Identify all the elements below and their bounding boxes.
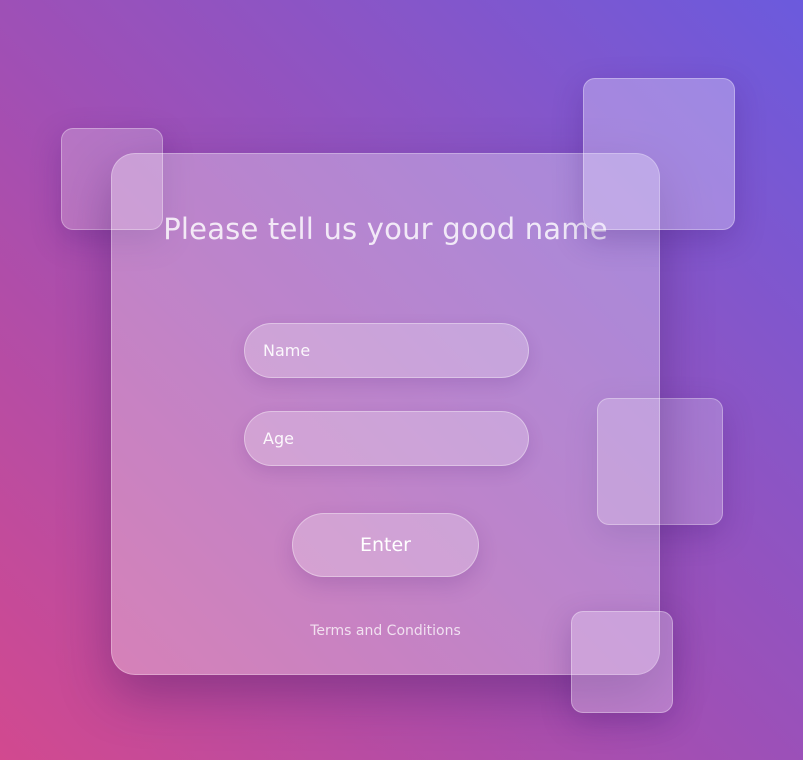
name-input[interactable] [244,323,529,378]
name-form-card: Please tell us your good name Enter Term… [111,153,660,675]
decorative-glass-square-bottom-right [571,611,673,713]
form-title: Please tell us your good name [163,212,608,246]
enter-button[interactable]: Enter [292,513,479,577]
decorative-glass-square-top-right [583,78,735,230]
age-input[interactable] [244,411,529,466]
